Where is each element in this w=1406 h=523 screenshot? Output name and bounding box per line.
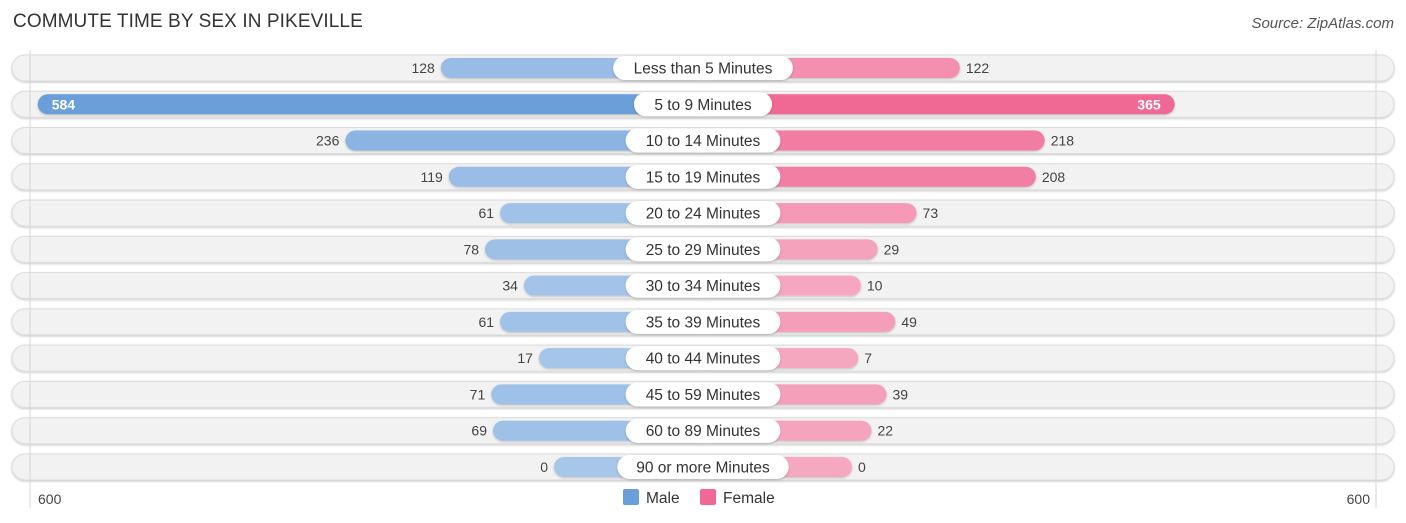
axis-label-right: 600 [1347, 491, 1371, 507]
chart-row: 236 218 10 to 14 Minutes [11, 127, 1395, 155]
chart-row: 584 365 5 to 9 Minutes [11, 90, 1395, 118]
value-label-male: 34 [502, 278, 518, 294]
category-label: 20 to 24 Minutes [646, 206, 761, 223]
legend-swatch-female [700, 489, 716, 505]
value-label-male: 69 [471, 423, 487, 439]
value-label-female: 0 [858, 459, 866, 475]
value-label-female: 22 [877, 423, 893, 439]
chart-row: 119 208 15 to 19 Minutes [11, 163, 1395, 191]
category-label: 25 to 29 Minutes [646, 242, 761, 259]
value-label-female: 49 [901, 314, 917, 330]
value-label-female: 7 [864, 350, 872, 366]
category-label: 35 to 39 Minutes [646, 314, 761, 331]
chart-row: 61 73 20 to 24 Minutes [11, 199, 1395, 227]
value-label-female: 73 [923, 205, 939, 221]
chart-row: 69 22 60 to 89 Minutes [11, 417, 1395, 445]
value-label-male: 71 [470, 386, 486, 402]
legend: Male Female [623, 489, 775, 507]
value-label-male: 128 [411, 60, 435, 76]
category-label: 45 to 59 Minutes [646, 387, 761, 404]
legend-item-male[interactable]: Male [623, 489, 680, 507]
value-label-female: 39 [892, 386, 908, 402]
category-label: Less than 5 Minutes [634, 61, 773, 78]
category-label: 90 or more Minutes [636, 459, 770, 476]
value-label-male: 61 [478, 314, 494, 330]
chart-row: 34 10 30 to 34 Minutes [11, 272, 1395, 300]
legend-swatch-male [623, 489, 639, 505]
legend-label-male: Male [646, 490, 680, 507]
value-label-female: 122 [966, 60, 990, 76]
category-label: 60 to 89 Minutes [646, 423, 761, 440]
value-label-male: 0 [540, 459, 548, 475]
chart-row: 71 39 45 to 59 Minutes [11, 380, 1395, 408]
chart-row: 128 122 Less than 5 Minutes [11, 54, 1395, 82]
category-label: 10 to 14 Minutes [646, 133, 761, 150]
chart-area: 128 122 Less than 5 Minutes 584 365 5 to 9 Mi… [11, 50, 1395, 508]
legend-label-female: Female [723, 490, 775, 507]
category-label: 40 to 44 Minutes [646, 351, 761, 368]
value-label-female: 29 [884, 241, 900, 257]
category-label: 15 to 19 Minutes [646, 169, 761, 186]
rows-group: 128 122 Less than 5 Minutes 584 365 5 to 9 Mi… [11, 54, 1395, 481]
value-label-male: 17 [517, 350, 533, 366]
value-label-male: 236 [316, 133, 340, 149]
bar-female [703, 94, 1175, 115]
value-label-female: 208 [1042, 169, 1066, 185]
bar-male [37, 94, 703, 115]
value-label-male: 119 [420, 169, 443, 185]
value-label-male: 584 [52, 96, 76, 112]
value-label-male: 78 [463, 241, 479, 257]
chart-row: 61 49 35 to 39 Minutes [11, 308, 1395, 336]
chart-row: 17 7 40 to 44 Minutes [11, 344, 1395, 372]
chart-row: 78 29 25 to 29 Minutes [11, 235, 1395, 263]
chart-row: 0 0 90 or more Minutes [11, 453, 1395, 481]
category-label: 5 to 9 Minutes [654, 97, 752, 114]
axis-label-left: 600 [38, 491, 62, 507]
category-label: 30 to 34 Minutes [646, 278, 761, 295]
value-label-female: 365 [1137, 96, 1161, 112]
value-label-female: 10 [867, 278, 883, 294]
value-label-female: 218 [1051, 133, 1075, 149]
value-label-male: 61 [478, 205, 494, 221]
legend-item-female[interactable]: Female [700, 489, 775, 507]
